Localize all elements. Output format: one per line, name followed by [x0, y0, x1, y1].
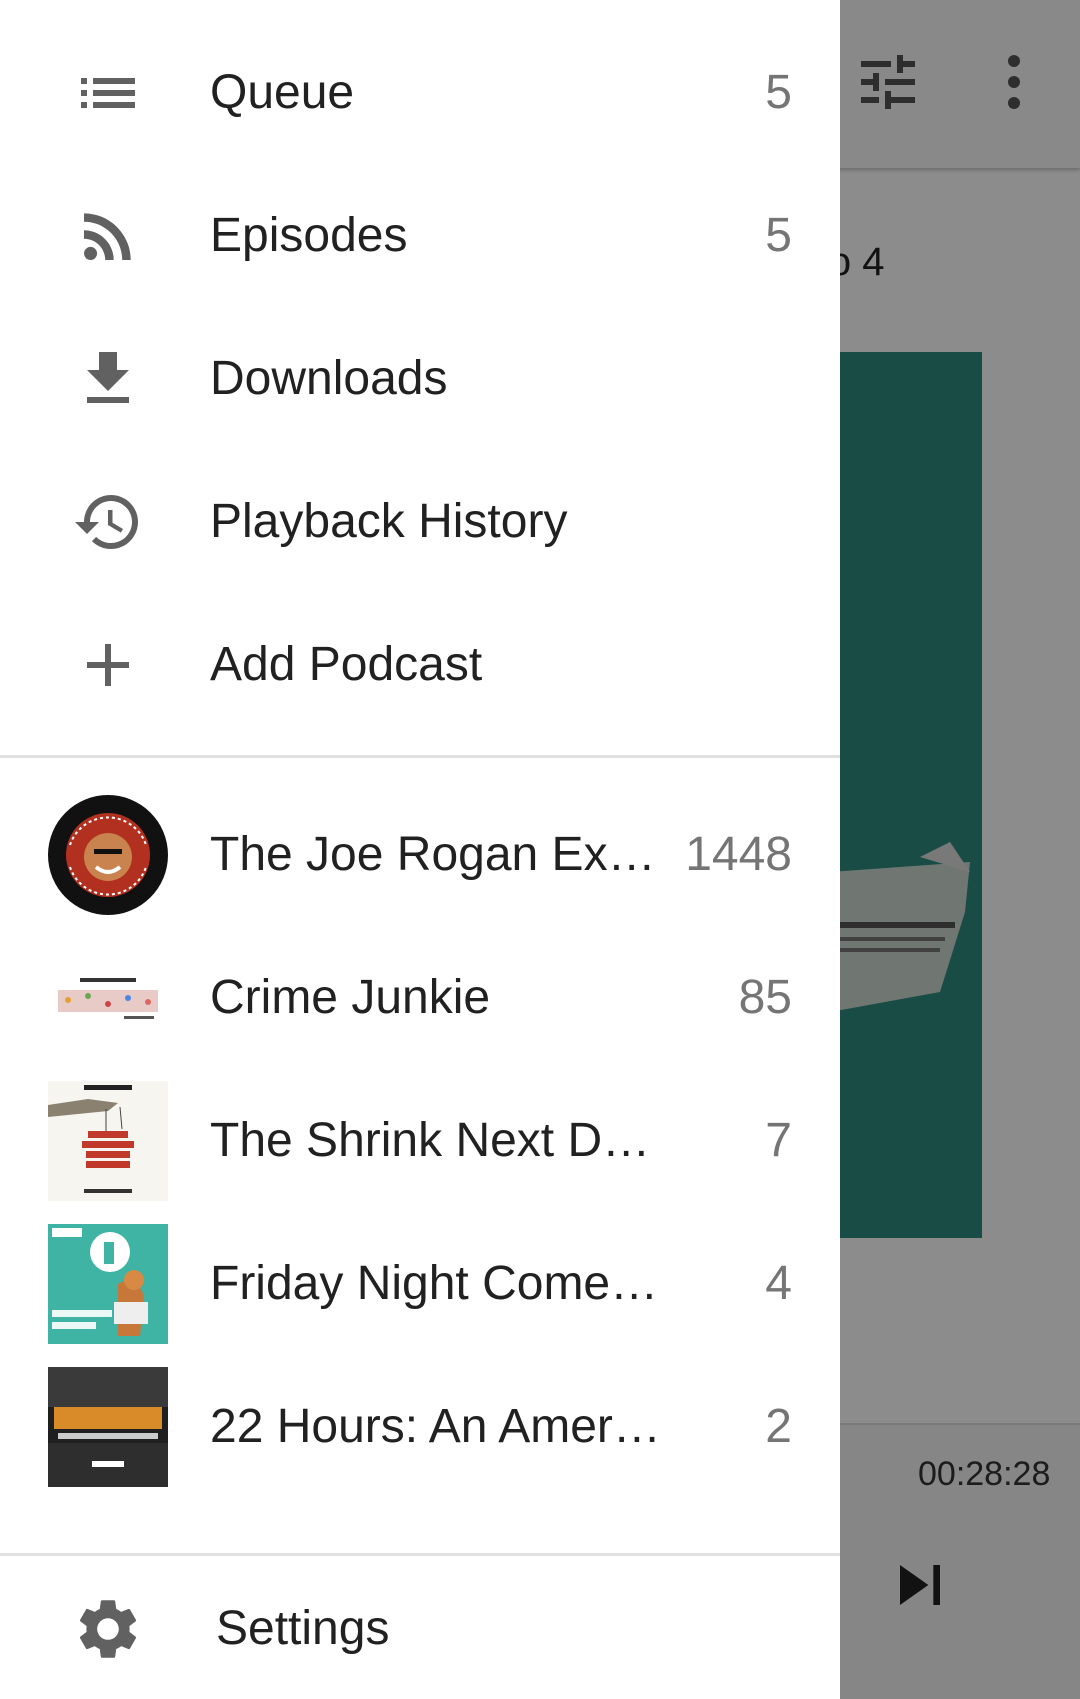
- nav-label: Downloads: [210, 352, 448, 405]
- nav-item-downloads[interactable]: Downloads: [0, 307, 840, 450]
- podcast-count: 4: [765, 1257, 792, 1310]
- nav-label: Add Podcast: [210, 638, 483, 691]
- navigation-drawer: Queue 5 Episodes 5 Downloads Playback Hi…: [0, 0, 840, 1699]
- download-icon: [72, 343, 144, 415]
- podcast-item-shrink-next-door[interactable]: The Shrink Next Door 7: [0, 1069, 840, 1212]
- podcast-artwork: [48, 1366, 168, 1487]
- podcast-title: The Joe Rogan Exp…: [210, 828, 670, 881]
- podcast-count: 2: [765, 1400, 792, 1453]
- nav-item-episodes[interactable]: Episodes 5: [0, 164, 840, 307]
- nav-item-queue[interactable]: Queue 5: [0, 21, 840, 164]
- nav-item-add-podcast[interactable]: Add Podcast: [0, 593, 840, 736]
- rss-icon: [72, 200, 144, 272]
- nav-count: 5: [765, 209, 792, 262]
- divider: [0, 755, 840, 758]
- podcast-title: 22 Hours: An American…: [210, 1400, 670, 1453]
- nav-item-settings[interactable]: Settings: [0, 1558, 840, 1699]
- history-icon: [72, 486, 144, 558]
- plus-icon: [72, 629, 144, 701]
- podcast-artwork: [48, 1223, 168, 1344]
- podcast-item-crime-junkie[interactable]: Crime Junkie 85: [0, 926, 840, 1069]
- podcast-artwork: [48, 937, 168, 1058]
- queue-icon: [72, 57, 144, 129]
- nav-label: Episodes: [210, 209, 408, 262]
- podcast-artwork: [48, 1080, 168, 1201]
- nav-label: Playback History: [210, 495, 568, 548]
- podcast-count: 7: [765, 1114, 792, 1167]
- podcast-title: Crime Junkie: [210, 971, 491, 1024]
- podcast-artwork: [48, 794, 168, 915]
- podcast-item-22-hours[interactable]: 22 Hours: An American… 2: [0, 1355, 840, 1498]
- divider: [0, 1553, 840, 1556]
- nav-count: 5: [765, 66, 792, 119]
- nav-label: Queue: [210, 66, 355, 119]
- nav-item-playback-history[interactable]: Playback History: [0, 450, 840, 593]
- podcast-count: 85: [738, 971, 792, 1024]
- podcast-item-joe-rogan[interactable]: The Joe Rogan Exp… 1448: [0, 783, 840, 926]
- nav-label: Settings: [216, 1602, 390, 1655]
- podcast-title: Friday Night Comedy fr…: [210, 1257, 670, 1310]
- podcast-count: 1448: [685, 828, 792, 881]
- podcast-item-friday-night-comedy[interactable]: Friday Night Comedy fr… 4: [0, 1212, 840, 1355]
- gear-icon: [72, 1593, 144, 1665]
- podcast-title: The Shrink Next Door: [210, 1114, 670, 1167]
